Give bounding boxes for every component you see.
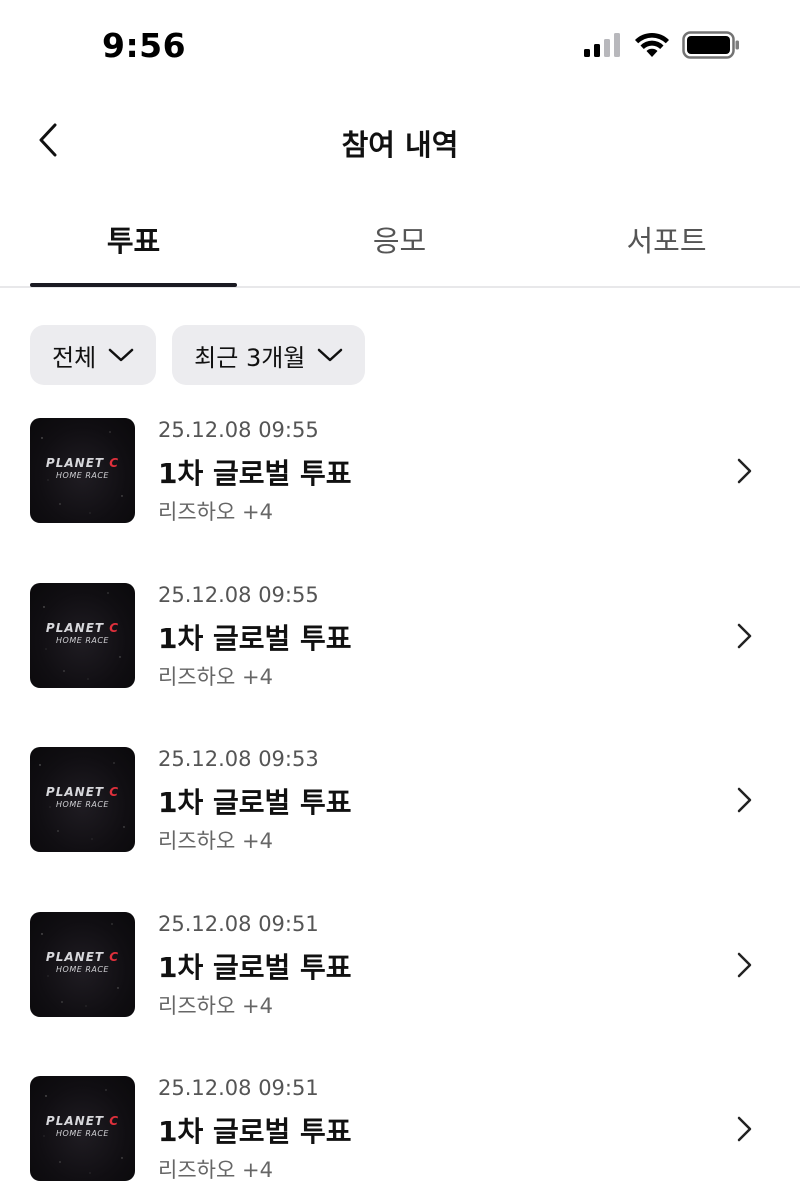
list-item[interactable]: PLANET C HOME RACE 25.12.08 09:55 1차 글로벌… (0, 405, 800, 570)
tab-vote[interactable]: 투표 (30, 192, 237, 286)
thumbnail-logo-subtext: HOME RACE (56, 800, 109, 809)
chevron-right-icon (732, 1113, 756, 1145)
list-item[interactable]: PLANET C HOME RACE 25.12.08 09:55 1차 글로벌… (0, 570, 800, 735)
chevron-right-icon (732, 620, 756, 652)
filter-type-dropdown[interactable]: 전체 (30, 325, 157, 385)
item-title: 1차 글로벌 투표 (158, 1115, 352, 1148)
page-title: 참여 내역 (341, 128, 459, 162)
item-title: 1차 글로벌 투표 (158, 457, 352, 490)
cellular-signal-icon (584, 33, 622, 61)
thumbnail-logo-text: PLANET C (45, 785, 120, 799)
filter-period-dropdown[interactable]: 최근 3개월 (172, 325, 366, 385)
item-date: 25.12.08 09:51 (158, 1076, 319, 1100)
chevron-down-icon (317, 341, 343, 369)
tab-support[interactable]: 서포트 (563, 192, 770, 286)
header: 참여 내역 (0, 96, 800, 192)
chevron-down-icon (108, 341, 134, 369)
status-time: 9:56 (102, 26, 187, 65)
event-thumbnail: PLANET C HOME RACE (30, 747, 135, 852)
event-thumbnail: PLANET C HOME RACE (30, 1076, 135, 1181)
list-item[interactable]: PLANET C HOME RACE 25.12.08 09:53 1차 글로벌… (0, 734, 800, 899)
item-title: 1차 글로벌 투표 (158, 621, 352, 655)
item-title: 1차 글로벌 투표 (158, 786, 352, 819)
tab-indicator (30, 283, 237, 287)
chevron-right-icon (732, 784, 756, 816)
item-subtitle: 리즈하오 +4 (158, 829, 273, 853)
chevron-right-icon (732, 455, 756, 487)
filter-type-label: 전체 (52, 343, 97, 372)
thumbnail-logo-text: PLANET C (45, 949, 120, 964)
event-thumbnail: PLANET C HOME RACE (30, 911, 135, 1017)
battery-icon (682, 31, 740, 63)
thumbnail-logo-text: PLANET C (45, 620, 120, 635)
item-subtitle: 리즈하오 +4 (158, 500, 273, 524)
item-date: 25.12.08 09:55 (158, 582, 319, 607)
status-bar: 9:56 (0, 0, 800, 96)
list-item[interactable]: PLANET C HOME RACE 25.12.08 09:51 1차 글로벌… (0, 899, 800, 1064)
item-subtitle: 리즈하오 +4 (158, 664, 273, 689)
chevron-right-icon (732, 949, 756, 981)
item-subtitle: 리즈하오 +4 (158, 993, 273, 1018)
tab-bar: 투표 응모 서포트 (0, 192, 800, 288)
item-date: 25.12.08 09:53 (158, 747, 319, 771)
thumbnail-logo-subtext: HOME RACE (56, 964, 109, 974)
event-thumbnail: PLANET C HOME RACE (30, 418, 135, 523)
wifi-icon (634, 32, 670, 62)
item-date: 25.12.08 09:51 (158, 911, 319, 936)
thumbnail-logo-subtext: HOME RACE (56, 635, 109, 645)
item-subtitle: 리즈하오 +4 (158, 1158, 273, 1182)
filter-bar: 전체 최근 3개월 (30, 325, 366, 385)
status-icons (584, 31, 740, 63)
participation-list: PLANET C HOME RACE 25.12.08 09:55 1차 글로벌… (0, 405, 800, 1199)
filter-period-label: 최근 3개월 (194, 343, 306, 372)
list-item[interactable]: PLANET C HOME RACE 25.12.08 09:51 1차 글로벌… (0, 1063, 800, 1199)
thumbnail-logo-text: PLANET C (45, 1114, 120, 1128)
item-title: 1차 글로벌 투표 (158, 950, 352, 984)
item-date: 25.12.08 09:55 (158, 418, 319, 442)
thumbnail-logo-text: PLANET C (45, 456, 120, 470)
thumbnail-logo-subtext: HOME RACE (56, 471, 109, 480)
event-thumbnail: PLANET C HOME RACE (30, 582, 135, 688)
tab-entry[interactable]: 응모 (296, 192, 503, 286)
thumbnail-logo-subtext: HOME RACE (56, 1129, 109, 1138)
